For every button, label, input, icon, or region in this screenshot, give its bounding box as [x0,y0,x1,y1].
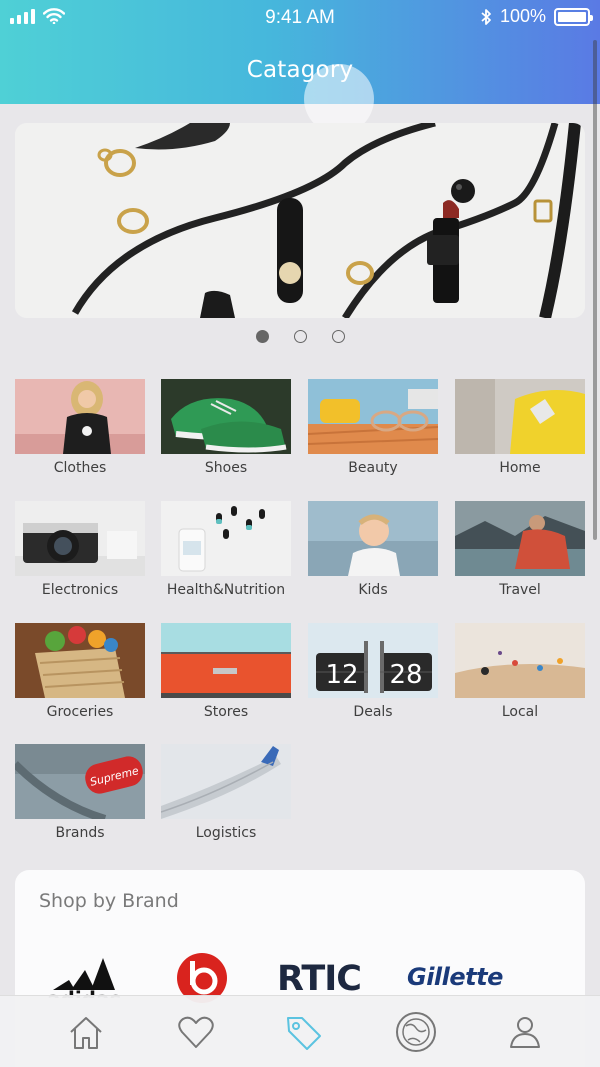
category-image [455,623,585,698]
section-title: Shop by Brand [39,890,179,912]
category-label: Clothes [53,460,107,476]
category-label: Shoes [204,460,248,476]
category-kids[interactable]: Kids [308,501,438,601]
category-image [161,379,291,454]
category-image [161,501,291,576]
banner-image [15,123,585,318]
category-stores[interactable]: Stores [161,623,291,723]
category-image [15,501,145,576]
category-label: Kids [358,582,388,598]
scrollbar[interactable] [593,40,597,540]
app-header: 9:41 AM 100% Catagory [0,0,600,104]
category-image [15,379,145,454]
battery-percent: 100% [499,6,546,26]
category-logistics[interactable]: Logistics [161,744,291,844]
category-electronics[interactable]: Electronics [15,501,145,601]
category-image [308,379,438,454]
tab-profile[interactable] [503,1010,547,1054]
carousel-dot[interactable] [332,330,345,343]
category-label: Logistics [195,825,257,841]
category-image: Supreme [15,744,145,819]
home-icon [70,1017,102,1049]
tab-explore[interactable] [394,1010,438,1054]
tab-favorites[interactable] [174,1010,218,1054]
battery-icon [554,7,593,26]
category-label: Brands [55,825,105,841]
category-image [15,623,145,698]
category-health-nutrition[interactable]: Health&Nutrition [161,501,291,601]
category-label: Home [499,460,541,476]
category-travel[interactable]: Travel [455,501,585,601]
brand-logo-text: RTIC [277,959,361,998]
status-right: 100% [480,6,593,27]
category-local[interactable]: Local [455,623,585,723]
category-label: Health&Nutrition [166,582,286,598]
category-shoes[interactable]: Shoes [161,379,291,479]
category-beauty[interactable]: Beauty [308,379,438,479]
featured-banner[interactable] [15,123,585,318]
category-label: Electronics [41,582,119,598]
carousel-dot[interactable] [256,330,269,343]
bluetooth-icon [481,8,491,25]
globe-icon [396,1012,436,1052]
category-home[interactable]: Home [455,379,585,479]
carousel-dots [0,330,600,344]
tag-icon [287,1017,321,1050]
tab-category[interactable] [282,1010,326,1054]
category-label: Deals [353,704,393,720]
category-brands[interactable]: Supreme Brands [15,744,145,844]
category-label: Stores [203,704,249,720]
bottom-tab-bar [0,995,600,1067]
brand-adidas[interactable]: adidas [45,948,131,1011]
category-label: Travel [499,582,541,598]
category-label: Beauty [348,460,398,476]
category-image [308,501,438,576]
category-image [161,744,291,819]
deals-clock-right: 28 [389,660,422,690]
category-deals[interactable]: 12 28 Deals [308,623,438,723]
brand-logo-text: Gillette [407,963,503,991]
battery-level [558,11,586,22]
category-image [455,379,585,454]
status-bar: 9:41 AM 100% [0,0,600,36]
tab-home[interactable] [64,1010,108,1054]
brand-gillette[interactable]: Gillette [407,960,517,1000]
deals-clock-left: 12 [325,660,358,690]
category-image [161,623,291,698]
category-label: Groceries [46,704,114,720]
category-label: Local [501,704,539,720]
carousel-dot[interactable] [294,330,307,343]
category-image [455,501,585,576]
category-image: 12 28 [308,623,438,698]
page-title: Catagory [246,57,354,83]
category-clothes[interactable]: Clothes [15,379,145,479]
category-groceries[interactable]: Groceries [15,623,145,723]
heart-icon [178,1016,214,1048]
user-icon [510,1017,540,1048]
